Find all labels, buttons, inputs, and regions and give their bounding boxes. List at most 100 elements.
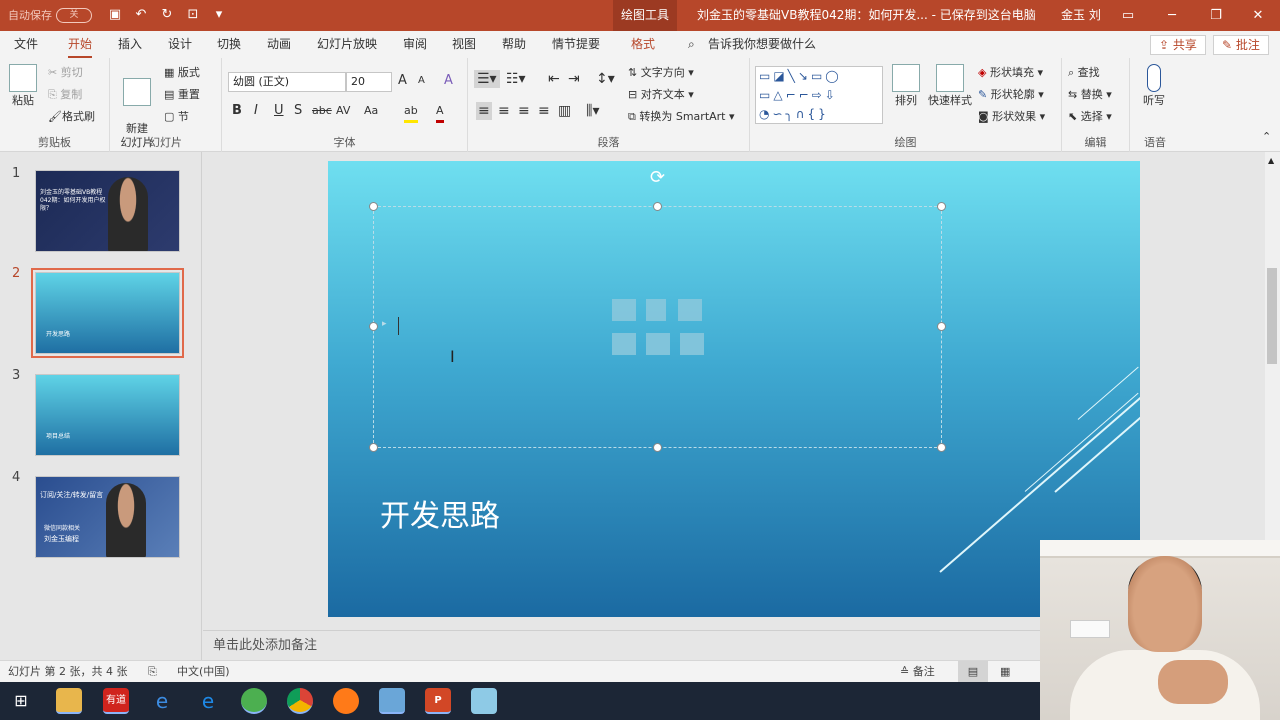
edge-icon[interactable]: e bbox=[195, 688, 221, 714]
highlight-button[interactable]: ab bbox=[404, 102, 418, 123]
scroll-up-icon[interactable]: ▲ bbox=[1268, 156, 1274, 165]
online-pictures-icon[interactable] bbox=[646, 333, 670, 355]
content-placeholder[interactable]: ⟳ ▸ bbox=[369, 167, 946, 452]
insert-chart-icon[interactable] bbox=[646, 299, 666, 321]
powerpoint-icon[interactable]: P bbox=[425, 688, 451, 714]
notes-toggle[interactable]: ≙ 备注 bbox=[900, 661, 935, 683]
bold-button[interactable]: B bbox=[232, 102, 242, 120]
shrink-font-icon[interactable]: A bbox=[418, 72, 425, 90]
underline-button[interactable]: U bbox=[274, 102, 284, 120]
vb-icon[interactable] bbox=[471, 688, 497, 714]
share-button[interactable]: ⇪ 共享 bbox=[1150, 35, 1206, 55]
line-spacing-icon[interactable]: ↕▾ bbox=[596, 70, 615, 88]
resize-handle[interactable] bbox=[369, 443, 378, 452]
resize-handle[interactable] bbox=[937, 443, 946, 452]
chrome-icon[interactable] bbox=[287, 688, 313, 714]
slide-thumbnail-4[interactable]: 订阅/关注/转发/留言 微信同款相关 刘金玉编程 bbox=[35, 476, 180, 558]
tab-view[interactable]: 视图 bbox=[452, 31, 476, 58]
language-indicator[interactable]: 中文(中国) bbox=[177, 661, 230, 683]
justify-icon[interactable]: ≡ bbox=[538, 102, 550, 120]
current-slide[interactable]: ⟳ ▸ 开发思路 bbox=[328, 161, 1140, 617]
insert-video-icon[interactable] bbox=[680, 333, 704, 355]
present-icon[interactable]: ⊡ bbox=[182, 6, 204, 24]
align-left-icon[interactable]: ≡ bbox=[476, 102, 492, 120]
shape-outline-button[interactable]: ✎ 形状轮廓 ▾ bbox=[978, 86, 1044, 104]
tab-design[interactable]: 设计 bbox=[168, 31, 192, 58]
replace-button[interactable]: ⇆ 替换 ▾ bbox=[1068, 86, 1112, 104]
tab-transitions[interactable]: 切换 bbox=[217, 31, 241, 58]
normal-view-icon[interactable]: ▤ bbox=[958, 661, 988, 683]
autosave-toggle[interactable]: 关 bbox=[56, 7, 92, 23]
smartart-button[interactable]: ⧉ 转换为 SmartArt ▾ bbox=[628, 108, 735, 126]
wechat-icon[interactable] bbox=[241, 688, 267, 714]
insert-table-icon[interactable] bbox=[612, 299, 636, 321]
align-center-icon[interactable]: ≡ bbox=[498, 102, 510, 120]
section-button[interactable]: ▢ 节 bbox=[164, 108, 189, 126]
shadow-button[interactable]: S bbox=[294, 102, 302, 120]
close-icon[interactable]: ✕ bbox=[1236, 0, 1280, 31]
paste-button[interactable]: 粘贴 bbox=[6, 64, 40, 108]
tab-storyboard[interactable]: 情节提要 bbox=[552, 31, 600, 58]
search-icon[interactable]: ⌕ bbox=[688, 31, 695, 58]
shape-effects-button[interactable]: ◙ 形状效果 ▾ bbox=[978, 108, 1045, 126]
resize-handle[interactable] bbox=[937, 202, 946, 211]
undo-icon[interactable]: ↶ bbox=[130, 6, 152, 24]
font-name-combo[interactable]: 幼圆 (正文) bbox=[228, 72, 346, 92]
restore-icon[interactable]: ❐ bbox=[1194, 0, 1238, 31]
ribbon-display-icon[interactable]: ▭ bbox=[1106, 0, 1150, 31]
scroll-thumb[interactable] bbox=[1267, 268, 1277, 364]
select-button[interactable]: ⬉ 选择 ▾ bbox=[1068, 108, 1112, 126]
minimize-icon[interactable]: ─ bbox=[1150, 0, 1194, 31]
insert-picture-icon[interactable] bbox=[612, 333, 636, 355]
redo-icon[interactable]: ↻ bbox=[156, 6, 178, 24]
arrange-button[interactable]: 排列 bbox=[888, 64, 924, 108]
align-text-button[interactable]: ⊟ 对齐文本 ▾ bbox=[628, 86, 694, 104]
font-size-combo[interactable]: 20 bbox=[346, 72, 392, 92]
tab-home[interactable]: 开始 bbox=[68, 31, 93, 58]
slide-thumbnail-2[interactable]: 开发思路 bbox=[31, 268, 184, 358]
shapes-gallery[interactable]: ▭◪╲↘▭◯ ▭△⌐⌐⇨⇩ ◔∽╮∩{} bbox=[755, 66, 883, 124]
remote-desktop-icon[interactable] bbox=[379, 688, 405, 714]
start-icon[interactable]: ⊞ bbox=[8, 688, 34, 714]
slide-sorter-icon[interactable]: ▦ bbox=[1000, 661, 1010, 683]
tell-me-search[interactable]: 告诉我你想要做什么 bbox=[708, 31, 816, 58]
grow-font-icon[interactable]: A bbox=[398, 72, 407, 90]
shape-fill-button[interactable]: ◈ 形状填充 ▾ bbox=[978, 64, 1043, 82]
firefox-icon[interactable] bbox=[333, 688, 359, 714]
spellcheck-icon[interactable]: ⎘ bbox=[148, 661, 157, 683]
tab-file[interactable]: 文件 bbox=[14, 31, 38, 58]
user-name[interactable]: 金玉 刘 bbox=[1061, 0, 1101, 31]
change-case-button[interactable]: Aa bbox=[364, 102, 378, 120]
italic-button[interactable]: I bbox=[254, 102, 258, 120]
tab-format[interactable]: 格式 bbox=[631, 31, 655, 58]
format-painter-button[interactable]: 🖌格式刷 bbox=[48, 108, 95, 126]
insert-smartart-icon[interactable] bbox=[678, 299, 702, 321]
rotate-handle-icon[interactable]: ⟳ bbox=[650, 167, 665, 188]
slide-title[interactable]: 开发思路 bbox=[380, 491, 500, 535]
tab-help[interactable]: 帮助 bbox=[502, 31, 526, 58]
resize-handle[interactable] bbox=[369, 202, 378, 211]
text-direction-button[interactable]: ⇅ 文字方向 ▾ bbox=[628, 64, 694, 82]
dictate-button[interactable]: 听写 bbox=[1136, 64, 1172, 108]
ie-icon[interactable]: e bbox=[149, 688, 175, 714]
numbering-icon[interactable]: ☷▾ bbox=[506, 70, 526, 88]
distribute-icon[interactable]: ▥ bbox=[558, 102, 571, 120]
decrease-indent-icon[interactable]: ⇤ bbox=[548, 70, 560, 88]
resize-handle[interactable] bbox=[653, 443, 662, 452]
slide-thumbnail-1[interactable]: 刘金玉的零基础VB教程042期：如何开发用户权限？ bbox=[35, 170, 180, 252]
reset-button[interactable]: ▤ 重置 bbox=[164, 86, 200, 104]
columns-icon[interactable]: ⫼▾ bbox=[586, 102, 599, 120]
quick-styles-button[interactable]: 快速样式 bbox=[926, 64, 974, 108]
tab-review[interactable]: 审阅 bbox=[403, 31, 427, 58]
resize-handle[interactable] bbox=[369, 322, 378, 331]
align-right-icon[interactable]: ≡ bbox=[518, 102, 530, 120]
bullets-icon[interactable]: ☰▾ bbox=[474, 70, 500, 88]
increase-indent-icon[interactable]: ⇥ bbox=[568, 70, 580, 88]
tab-animations[interactable]: 动画 bbox=[267, 31, 291, 58]
char-spacing-button[interactable]: AV bbox=[336, 102, 350, 120]
resize-handle[interactable] bbox=[937, 322, 946, 331]
find-button[interactable]: ⌕ 查找 bbox=[1068, 64, 1100, 82]
save-icon[interactable]: ▣ bbox=[104, 6, 126, 24]
cut-button[interactable]: ✂ 剪切 bbox=[48, 64, 83, 82]
customize-icon[interactable]: ▾ bbox=[208, 6, 230, 24]
